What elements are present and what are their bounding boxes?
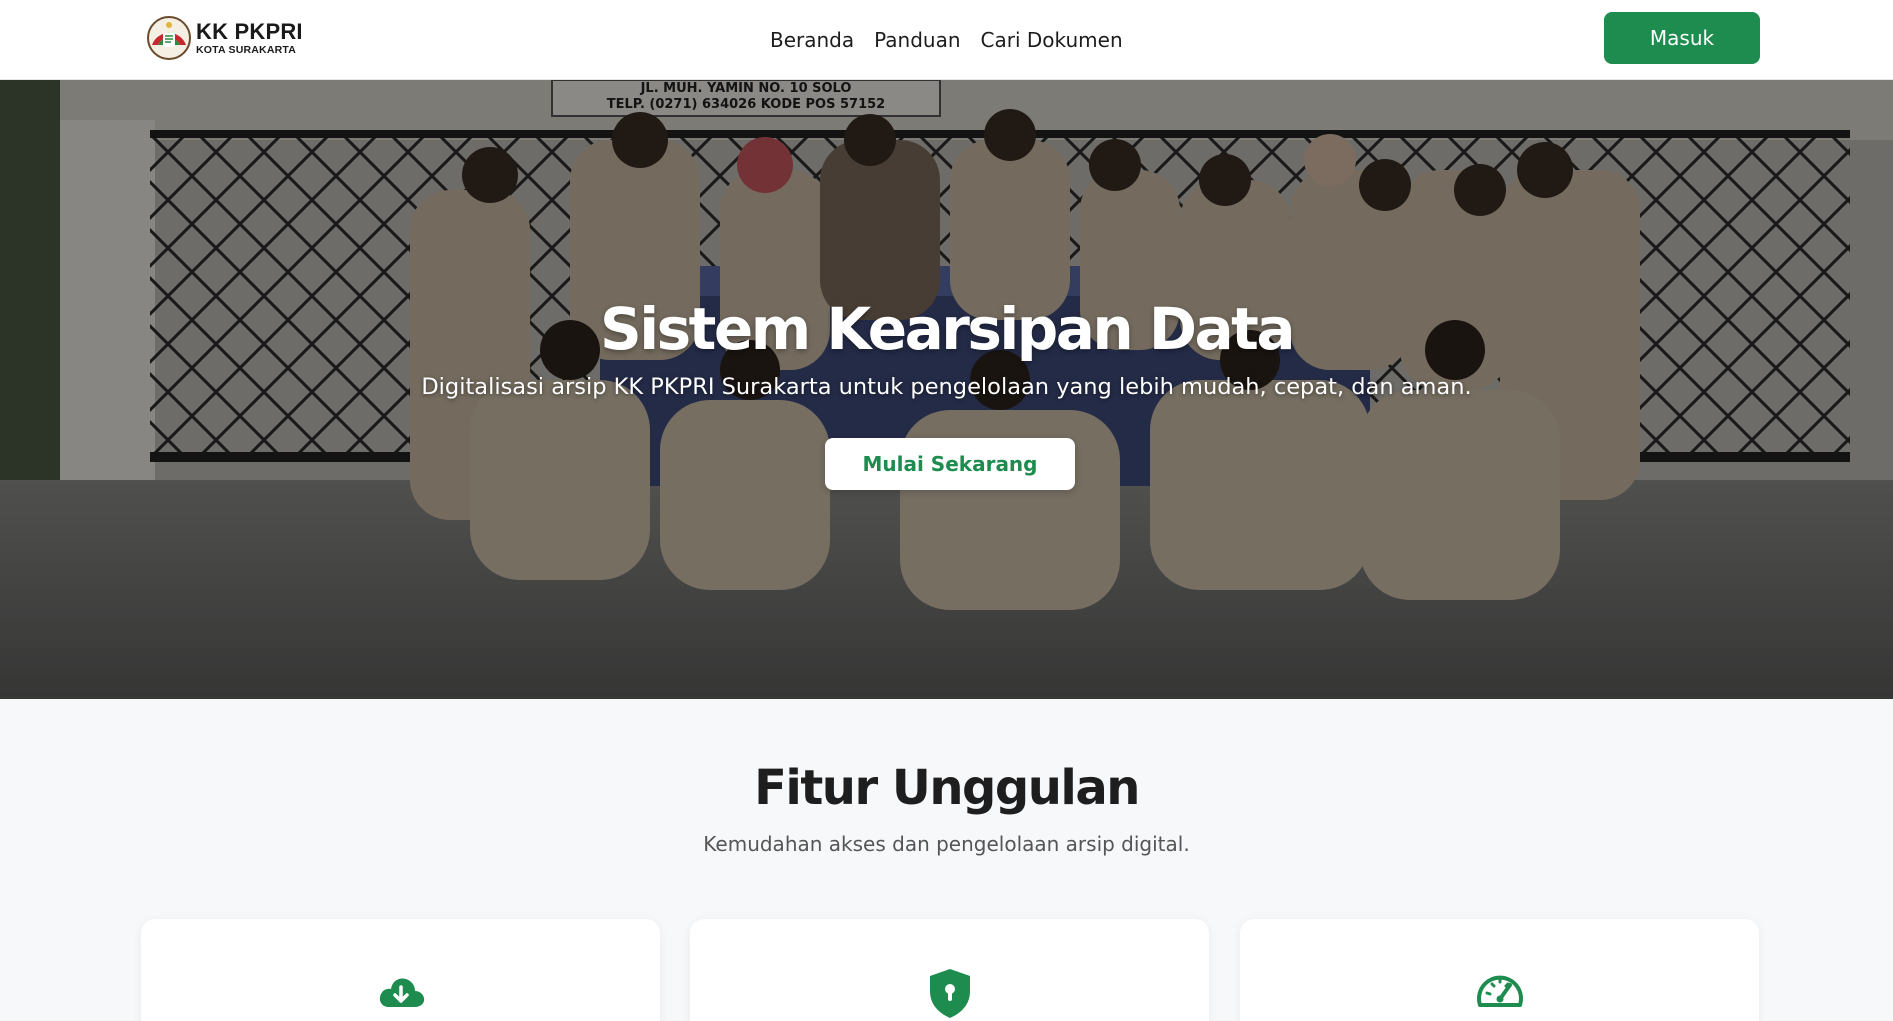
nav-beranda[interactable]: Beranda [770,28,854,52]
brand-name: KK PKPRI [196,18,303,44]
hero-section: JL. MUH. YAMIN NO. 10 SOLO TELP. (0271) … [0,80,1893,699]
login-button[interactable]: Masuk [1604,12,1760,64]
brand-logo-link[interactable]: KK PKPRI KOTA SURAKARTA [146,14,303,62]
brand-text: KK PKPRI KOTA SURAKARTA [196,18,303,56]
navbar: KK PKPRI KOTA SURAKARTA Beranda Panduan … [0,0,1893,80]
pkpri-logo-icon [147,16,191,60]
feature-card-security [690,919,1209,1021]
features-subtitle: Kemudahan akses dan pengelolaan arsip di… [703,832,1190,856]
start-now-button[interactable]: Mulai Sekarang [825,438,1075,490]
shield-lock-icon [924,967,976,1019]
cloud-download-icon [375,967,427,1019]
features-title: Fitur Unggulan [754,760,1140,816]
nav-panduan[interactable]: Panduan [874,28,960,52]
nav-cari-dokumen[interactable]: Cari Dokumen [981,28,1123,52]
hero-title: Sistem Kearsipan Data [599,295,1296,363]
feature-card-download [141,919,660,1021]
brand-subtitle: KOTA SURAKARTA [196,43,297,56]
main-nav: Beranda Panduan Cari Dokumen [770,0,1123,80]
hero-subtitle: Digitalisasi arsip KK PKPRI Surakarta un… [421,374,1472,400]
feature-card-speed [1240,919,1759,1021]
speedometer-icon [1474,967,1526,1019]
